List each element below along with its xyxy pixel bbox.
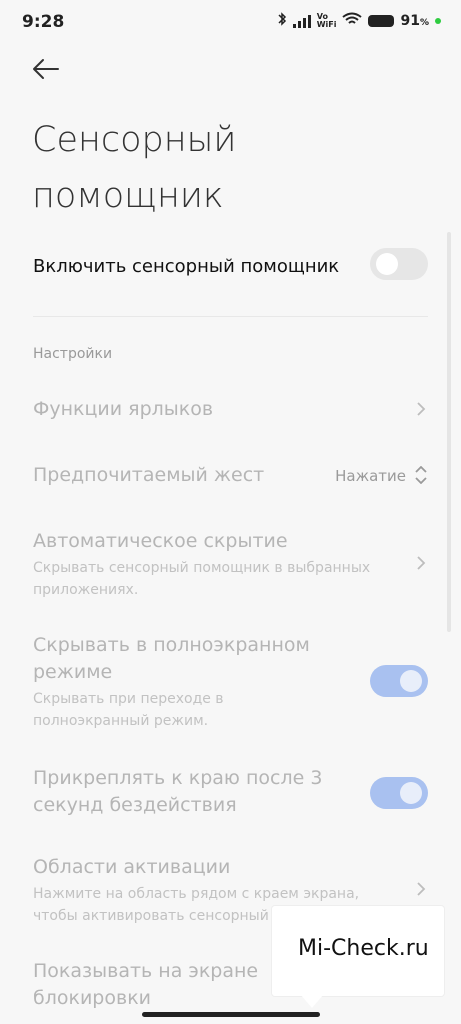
preferred-gesture-item[interactable]: Предпочитаемый жест Нажатие [33,462,428,492]
gesture-value: Нажатие [335,467,406,485]
wifi-icon [342,12,363,30]
item-subtitle: Скрывать при переходе в полноэкранный ре… [33,691,224,729]
watermark-bubble: Mi-Check.ru [272,906,444,1008]
page-title: Сенсорный помощник [32,120,237,216]
battery-percent: 91% [400,13,429,29]
auto-hide-item[interactable]: Автоматическое скрытие Скрывать сенсорны… [33,528,428,598]
toggle-knob [400,670,422,692]
status-bar: 9:28 Vo WiFi 91% [0,0,461,44]
scrollbar[interactable] [447,232,451,632]
enable-assistant-label: Включить сенсорный помощник [33,256,340,277]
arrow-left-icon [33,59,59,79]
section-header-settings: Настройки [33,346,113,362]
home-indicator[interactable] [142,1012,320,1017]
battery-icon [368,15,395,27]
status-icons: Vo WiFi 91% [277,12,441,30]
item-subtitle: Скрывать сенсорный помощник в выбранных … [33,560,371,598]
watermark-text: Mi-Check.ru [298,936,429,961]
item-title: Области активации [33,856,231,878]
bluetooth-icon [277,12,287,30]
toggle-knob [400,782,422,804]
item-title: Функции ярлыков [33,398,214,420]
item-title: Скрывать в полноэкранном режиме [33,634,310,683]
chevron-right-icon [417,402,426,416]
status-time: 9:28 [22,12,65,32]
chevron-right-icon [417,556,426,570]
hide-fullscreen-item[interactable]: Скрывать в полноэкранном режиме Скрывать… [33,632,428,732]
chevron-right-icon [417,882,426,896]
divider [33,316,428,317]
back-button[interactable] [28,52,68,86]
item-title: Автоматическое скрытие [33,530,288,552]
shortcut-functions-item[interactable]: Функции ярлыков [33,396,428,426]
vowifi-badge: Vo WiFi [316,12,337,29]
snap-to-edge-item[interactable]: Прикреплять к краю после 3 секунд бездей… [33,765,428,825]
charging-dot-icon [435,18,441,24]
snap-to-edge-toggle[interactable] [370,777,428,809]
enable-assistant-row[interactable]: Включить сенсорный помощник [33,248,428,288]
bubble-tail [300,994,324,1008]
signal-icon [292,14,311,28]
enable-assistant-toggle[interactable] [370,248,428,280]
toggle-knob [376,253,398,275]
select-updown-icon [415,466,427,484]
item-title: Прикреплять к краю после 3 секунд бездей… [33,767,323,816]
hide-fullscreen-toggle[interactable] [370,665,428,697]
